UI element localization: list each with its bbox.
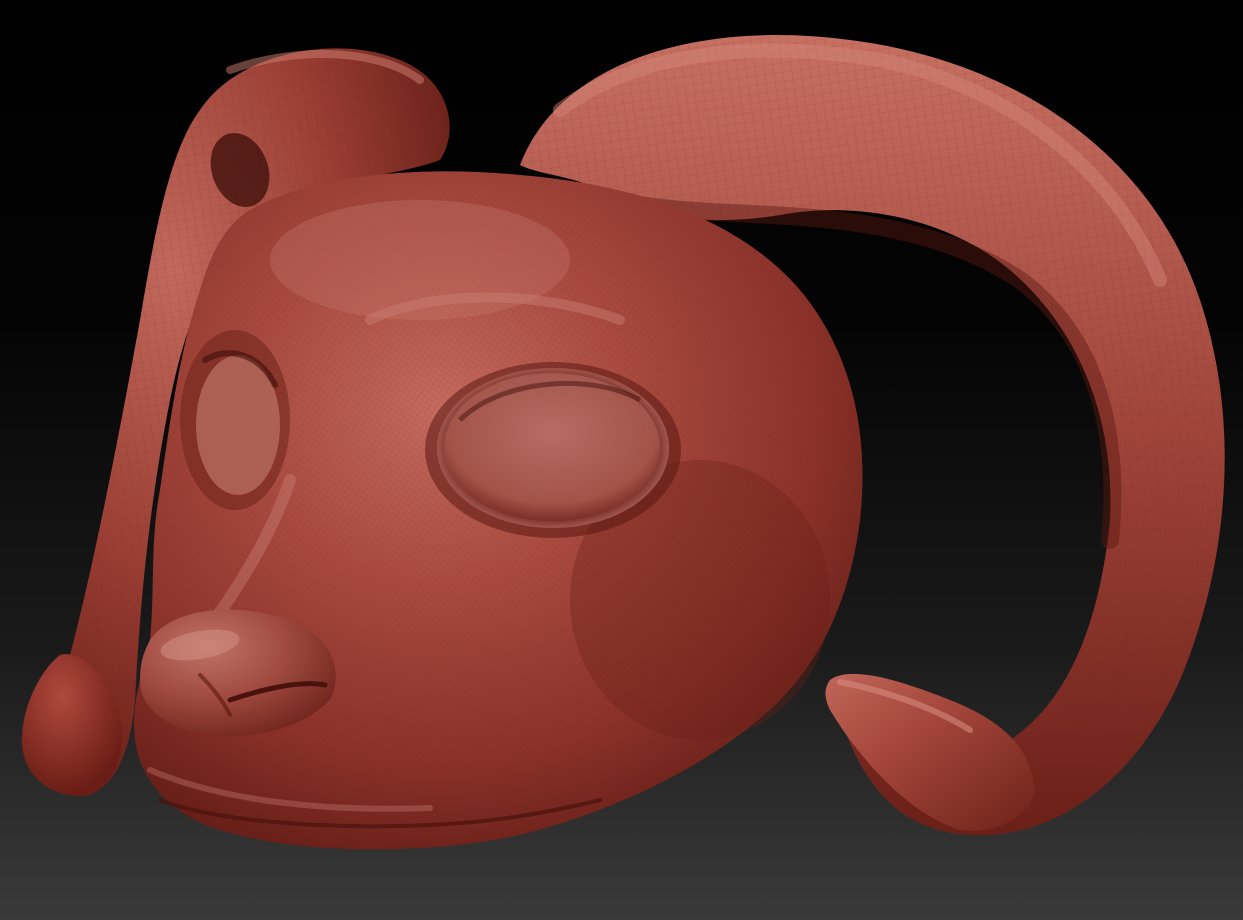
- far-eye-socket: [180, 330, 290, 510]
- near-eye: [425, 362, 681, 538]
- ram-head-sculpt: [21, 35, 1225, 850]
- sculpt-viewport[interactable]: [0, 0, 1243, 920]
